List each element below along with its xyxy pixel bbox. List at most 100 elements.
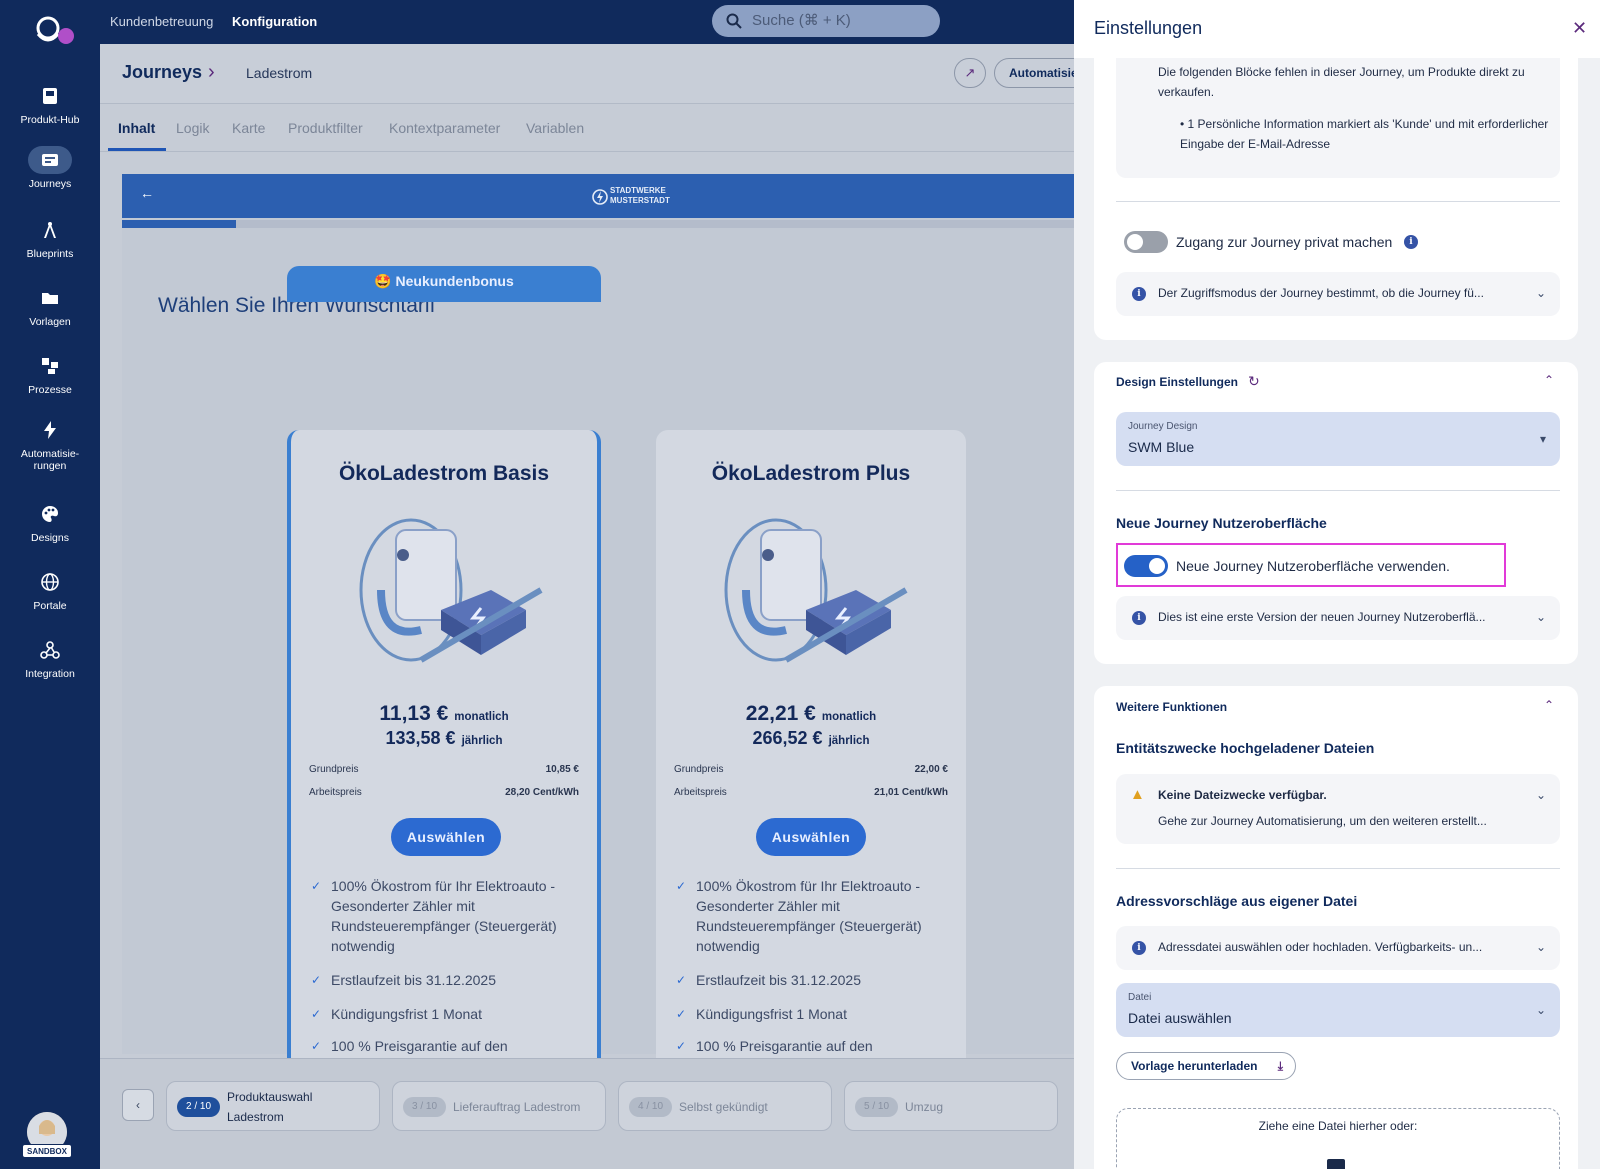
grundpreis-row: Grundpreis 22,00 € [674, 764, 948, 775]
sandbox-badge: SANDBOX [22, 1144, 72, 1158]
nav-vorlagen[interactable]: Vorlagen [0, 284, 100, 328]
webhook-icon [40, 641, 60, 659]
folder-icon [42, 293, 58, 304]
arbeitspreis-row: Arbeitspreis 28,20 Cent/kWh [309, 787, 579, 798]
step-selbst-gekuendigt[interactable]: 4 / 10 Selbst gekündigt [618, 1081, 832, 1131]
nav-produkt-hub[interactable]: Produkt-Hub [0, 82, 100, 126]
chevron-up-icon[interactable]: ⌃ [1544, 698, 1586, 712]
divider [1116, 201, 1560, 202]
topnav-konfiguration[interactable]: Konfiguration [232, 14, 317, 29]
chevron-left-icon[interactable]: ‹ [122, 1089, 154, 1121]
new-ui-title: Neue Journey Nutzeroberfläche [1116, 515, 1327, 531]
info-icon: i [1132, 611, 1146, 625]
chevron-up-icon[interactable]: ⌃ [1544, 373, 1586, 387]
close-icon[interactable]: ✕ [1572, 18, 1587, 39]
select-tariff-button[interactable]: Auswählen [391, 818, 501, 856]
access-mode-info[interactable]: i Der Zugriffsmodus der Journey bestimmt… [1116, 272, 1560, 316]
refresh-icon[interactable]: ↻ [1248, 373, 1260, 390]
select-label: Datei [1128, 992, 1152, 1003]
warning-icon: ▲ [1130, 786, 1145, 803]
chevron-down-icon: ⌄ [1535, 788, 1546, 802]
nav-automatisierungen[interactable]: Automatisie- rungen [0, 416, 100, 472]
nav-prozesse[interactable]: Prozesse [0, 352, 100, 396]
step-label: Selbst gekündigt [679, 1100, 768, 1114]
private-access-toggle[interactable] [1124, 231, 1168, 253]
open-external-button[interactable]: ↗ [954, 58, 986, 88]
feature-item: Erstlaufzeit bis 31.12.2025 [676, 970, 948, 990]
nav-integration[interactable]: Integration [0, 636, 100, 680]
file-select[interactable]: Datei Datei auswählen ⌄ [1116, 983, 1560, 1037]
nav-label: Portale [33, 600, 67, 612]
settings-panel: Einstellungen ✕ Die folgenden Blöcke feh… [1074, 0, 1600, 1169]
price-yearly: 133,58 € jährlich [385, 728, 503, 748]
step-number: 3 / 10 [403, 1097, 447, 1117]
new-ui-toggle[interactable] [1124, 555, 1168, 577]
nav-portale[interactable]: Portale [0, 568, 100, 612]
no-file-purposes-warning[interactable]: ▲ Keine Dateizwecke verfügbar. Gehe zur … [1116, 774, 1560, 844]
breadcrumb-journeys[interactable]: Journeys [122, 62, 202, 83]
nav-designs[interactable]: Designs [0, 500, 100, 544]
missing-blocks-info: Die folgenden Blöcke fehlen in dieser Jo… [1116, 58, 1560, 178]
chevron-down-icon: ⌄ [1535, 286, 1546, 300]
search-input[interactable]: Suche (⌘ + K) [712, 5, 940, 37]
step-navigation: ‹ 2 / 10 Produktauswahl Ladestrom 3 / 10… [100, 1058, 1074, 1169]
step-label: Produktauswahl [227, 1090, 313, 1104]
address-file-info[interactable]: i Adressdatei auswählen oder hochladen. … [1116, 926, 1560, 970]
tab-karte[interactable]: Karte [232, 120, 265, 136]
arrow-left-icon[interactable]: ← [140, 185, 154, 201]
download-icon: ⤓ [1277, 1059, 1283, 1073]
active-tab-indicator [108, 148, 166, 151]
info-icon[interactable]: i [1404, 235, 1418, 249]
journey-design-select[interactable]: Journey Design SWM Blue ▾ [1116, 412, 1560, 466]
palette-icon [42, 506, 58, 522]
blueprints-icon [44, 222, 56, 238]
file-drop-zone[interactable]: Ziehe eine Datei hierher oder: [1116, 1108, 1560, 1169]
nav-label: rungen [33, 460, 67, 472]
breadcrumb-ladestrom: Ladestrom [246, 65, 313, 81]
brand-logo-icon [592, 189, 608, 205]
private-access-label: Zugang zur Journey privat machen [1176, 234, 1393, 250]
nav-journeys[interactable]: Journeys [0, 146, 100, 190]
warning-title: Keine Dateizwecke verfügbar. [1158, 788, 1327, 802]
new-ui-info[interactable]: i Dies ist eine erste Version der neuen … [1116, 596, 1560, 640]
download-template-label: Vorlage herunterladen [1131, 1059, 1258, 1073]
nav-blueprints[interactable]: Blueprints [0, 216, 100, 260]
tab-variablen[interactable]: Variablen [526, 120, 584, 136]
feature-item: Kündigungsfrist 1 Monat [311, 1004, 579, 1024]
address-info-text: Adressdatei auswählen oder hochladen. Ve… [1158, 940, 1483, 954]
file-icon [1327, 1159, 1345, 1169]
tab-inhalt[interactable]: Inhalt [118, 120, 155, 136]
tab-produktfilter[interactable]: Produktfilter [288, 120, 363, 136]
download-template-button[interactable]: Vorlage herunterladen ⤓ [1116, 1052, 1296, 1080]
step-umzug[interactable]: 5 / 10 Umzug [844, 1081, 1058, 1131]
tariff-card-basis: ÖkoLadestrom Basis 11,13 € monatlich 133,… [287, 430, 601, 1070]
step-produktauswahl[interactable]: 2 / 10 Produktauswahl Ladestrom [166, 1081, 380, 1131]
step-number: 5 / 10 [855, 1097, 899, 1117]
address-file-title: Adressvorschläge aus eigener Datei [1116, 893, 1358, 909]
tab-kontextparameter[interactable]: Kontextparameter [389, 120, 500, 136]
chevron-down-icon: ⌄ [1535, 940, 1546, 954]
ev-charger-illustration-icon [724, 518, 908, 663]
automation-button[interactable]: Automatisie [994, 58, 1074, 88]
step-lieferauftrag[interactable]: 3 / 10 Lieferauftrag Ladestrom [392, 1081, 606, 1131]
step-number: 4 / 10 [629, 1097, 673, 1117]
search-placeholder: Suche (⌘ + K) [752, 12, 851, 29]
nav-label: Produkt-Hub [20, 114, 80, 126]
grundpreis-row: Grundpreis 10,85 € [309, 764, 579, 775]
nav-label: Vorlagen [29, 316, 71, 328]
app-logo-icon[interactable] [32, 12, 76, 48]
more-features-title: Weitere Funktionen [1116, 700, 1228, 714]
price-monthly: 22,21 € monatlich [745, 702, 877, 725]
caret-down-icon: ▾ [1539, 432, 1546, 446]
select-tariff-button[interactable]: Auswählen [756, 818, 866, 856]
tab-logik[interactable]: Logik [176, 120, 209, 136]
new-ui-toggle-label: Neue Journey Nutzeroberfläche verwenden. [1176, 558, 1450, 574]
tariff-title: ÖkoLadestrom Plus [711, 462, 911, 485]
nav-label: Integration [25, 668, 75, 680]
divider [1116, 490, 1560, 491]
processes-icon [42, 358, 58, 374]
preview-header: ← STADTWERKE MUSTERSTADT [122, 174, 1074, 218]
journey-editor: Journeys › Ladestrom ↗ Automatisie Inhal… [100, 44, 1074, 1169]
missing-blocks-text: Die folgenden Blöcke fehlen in dieser Jo… [1158, 65, 1525, 99]
topnav-kundenbetreuung[interactable]: Kundenbetreuung [110, 14, 213, 29]
